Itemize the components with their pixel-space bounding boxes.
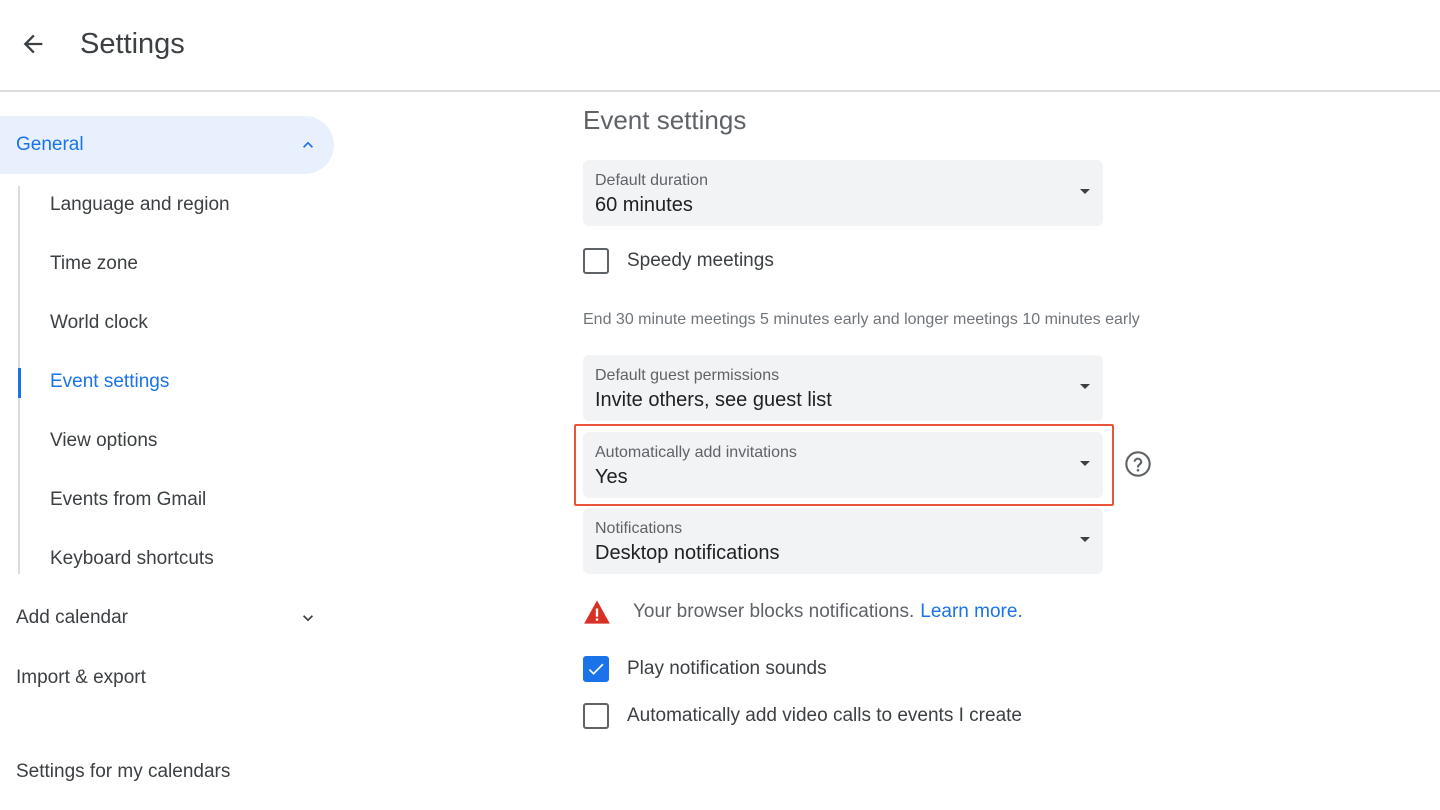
highlight-box (574, 424, 1114, 506)
sidebar-item-general[interactable]: General (0, 116, 334, 174)
field-label: Default guest permissions (595, 367, 780, 384)
sidebar-item-keyboard-shortcuts[interactable]: Keyboard shortcuts (50, 547, 214, 571)
caret-down-icon (1080, 537, 1090, 542)
caret-down-icon (1080, 189, 1090, 194)
page-title: Settings (80, 28, 185, 60)
sidebar-item-view-options[interactable]: View options (50, 429, 157, 453)
field-value: Invite others, see guest list (595, 389, 832, 411)
notification-warning: Your browser blocks notifications. Learn … (583, 596, 1023, 628)
back-button[interactable] (14, 26, 52, 62)
checkbox-label: Play notification sounds (627, 658, 827, 679)
caret-down-icon (1080, 384, 1090, 389)
chevron-up-icon[interactable] (298, 135, 318, 155)
help-circle-icon[interactable] (1124, 450, 1152, 478)
warning-triangle-icon (584, 600, 610, 624)
top-app-bar: Settings (0, 0, 1440, 92)
play-sounds-row[interactable]: Play notification sounds (583, 655, 827, 683)
my-calendars-heading: Settings for my calendars (16, 761, 231, 782)
guest-permissions-select[interactable]: Default guest permissions Invite others,… (583, 355, 1103, 421)
default-duration-select[interactable]: Default duration 60 minutes (583, 160, 1103, 226)
learn-more-link[interactable]: Learn more. (920, 601, 1022, 622)
sidebar-item-events-from-gmail[interactable]: Events from Gmail (50, 488, 206, 512)
field-label: Notifications (595, 520, 683, 537)
checkbox-label: Automatically add video calls to events … (627, 705, 1022, 726)
sidebar-item-time-zone[interactable]: Time zone (50, 252, 138, 276)
field-label: Default duration (595, 172, 708, 189)
warning-message: Your browser blocks notifications. (633, 601, 915, 622)
speedy-meetings-row[interactable]: Speedy meetings (583, 247, 774, 275)
check-icon (588, 663, 604, 675)
chevron-down-icon[interactable] (298, 608, 318, 628)
sidebar-item-add-calendar[interactable]: Add calendar (16, 606, 128, 630)
speedy-meetings-helper: End 30 minute meetings 5 minutes early a… (583, 311, 1140, 328)
field-value: Desktop notifications (595, 542, 780, 564)
auto-video-calls-row[interactable]: Automatically add video calls to events … (583, 702, 1022, 730)
settings-sidebar: General Language and region Time zone Wo… (0, 92, 360, 810)
section-title: Event settings (583, 105, 747, 135)
sidebar-item-event-settings[interactable]: Event settings (50, 370, 169, 394)
field-value: 60 minutes (595, 194, 693, 216)
speedy-meetings-checkbox[interactable] (583, 248, 609, 274)
sidebar-item-import-export[interactable]: Import & export (16, 666, 146, 690)
active-indicator (18, 368, 21, 398)
sidebar-item-world-clock[interactable]: World clock (50, 311, 148, 335)
warning-text: Your browser blocks notifications. Learn … (633, 601, 1023, 623)
sidebar-item-general-label: General (16, 134, 84, 155)
checkbox-label: Speedy meetings (627, 250, 774, 271)
notifications-select[interactable]: Notifications Desktop notifications (583, 508, 1103, 574)
sidebar-item-language-region[interactable]: Language and region (50, 193, 230, 217)
play-sounds-checkbox[interactable] (583, 656, 609, 682)
arrow-left-icon (23, 34, 43, 54)
auto-video-calls-checkbox[interactable] (583, 703, 609, 729)
